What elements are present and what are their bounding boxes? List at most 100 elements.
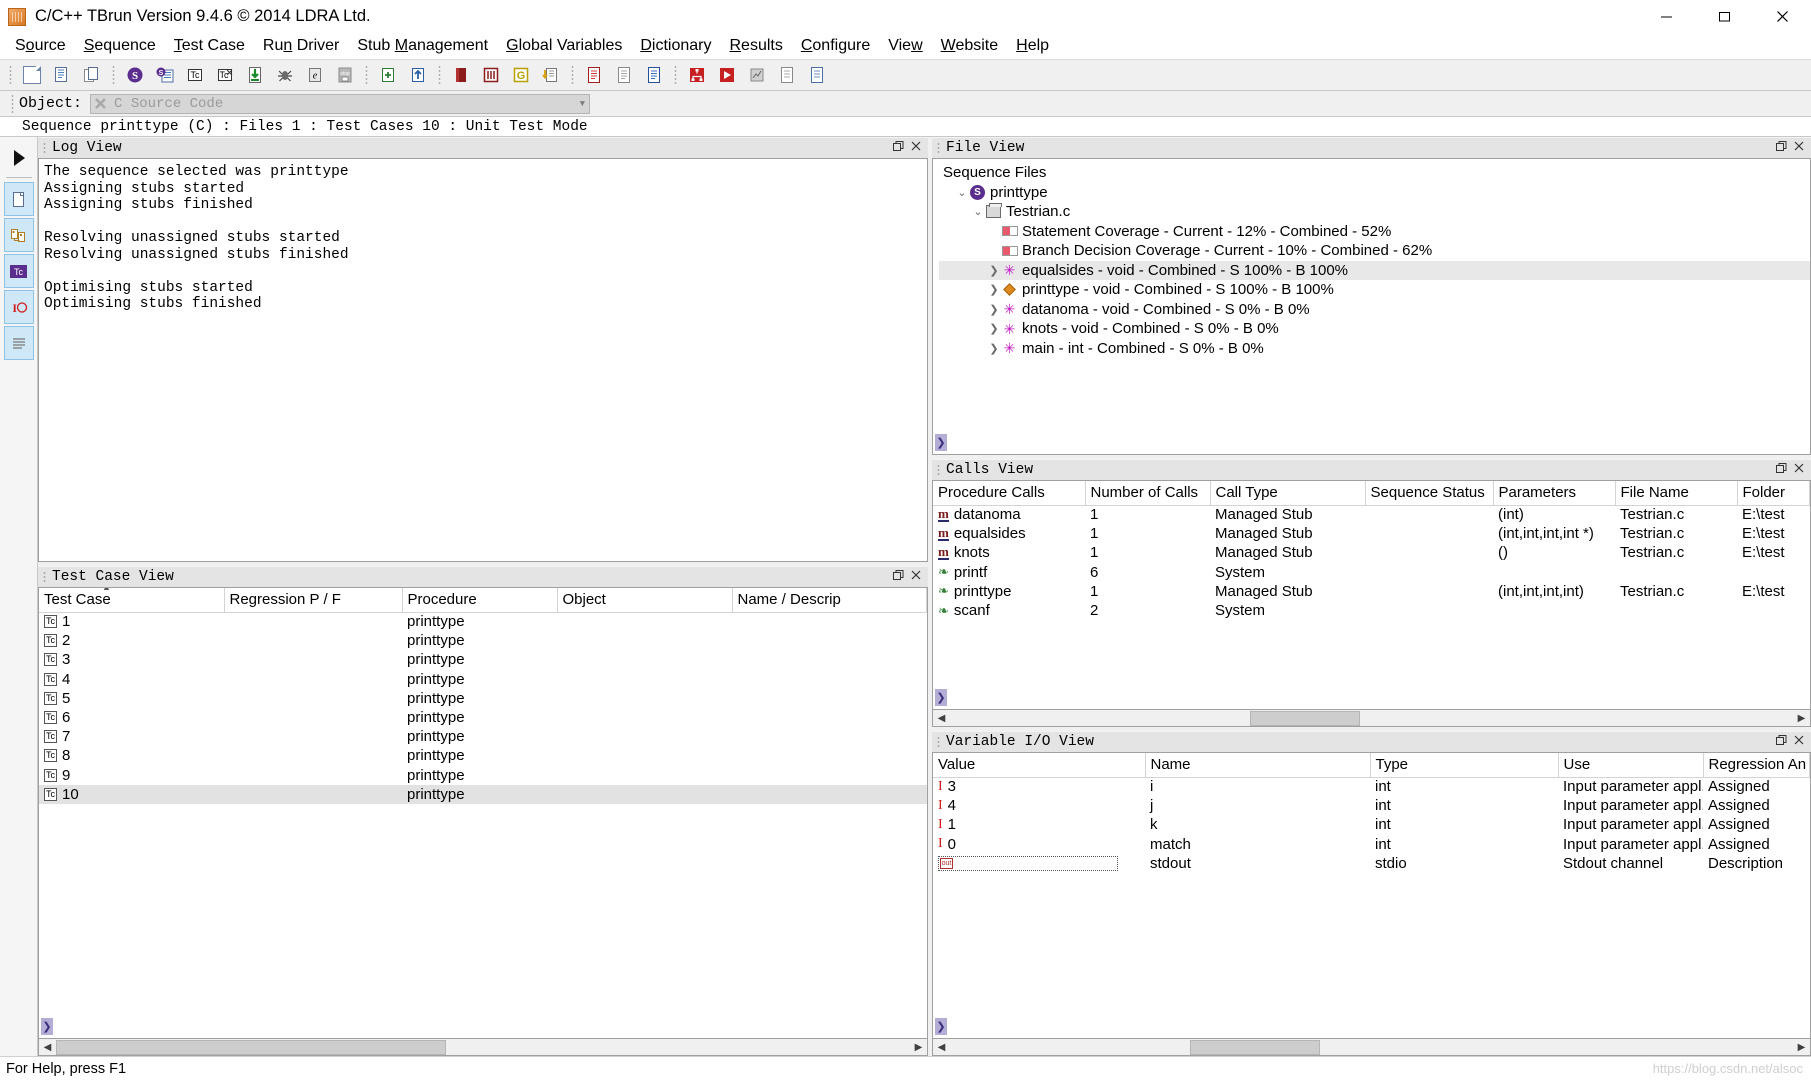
- table-row[interactable]: Tc 5 printtype: [39, 689, 927, 708]
- chevron-down-icon[interactable]: ⌄: [955, 186, 969, 199]
- column-header[interactable]: Parameters: [1493, 481, 1616, 506]
- test-case-scroll-track[interactable]: [56, 1039, 910, 1055]
- table-row[interactable]: ❧ printtype 1 Managed Stub (int,int,int,int)…: [933, 582, 1810, 601]
- table-row[interactable]: I 1 k int Input parameter appl... Assigned: [933, 815, 1810, 834]
- vio-scroll-right-arrow-icon[interactable]: ▶: [1793, 1040, 1810, 1055]
- calls-view-expander[interactable]: ❯: [935, 689, 947, 706]
- test-case-view-expander[interactable]: ❯: [41, 1018, 53, 1035]
- generate-driver-icon[interactable]: [373, 62, 403, 88]
- tree-node[interactable]: ❯ ✳ equalsides - void - Combined - S 100% …: [939, 260, 1810, 280]
- global-variables-icon[interactable]: G: [506, 62, 536, 88]
- sequence-icon[interactable]: S: [120, 62, 150, 88]
- calls-scroll-right-arrow-icon[interactable]: ▶: [1793, 711, 1810, 726]
- log-view-grip[interactable]: [42, 141, 49, 155]
- table-row[interactable]: Tc 7 printtype: [39, 727, 927, 746]
- document-grey-icon[interactable]: [772, 62, 802, 88]
- rail-source-file-icon[interactable]: [3, 182, 34, 216]
- column-header[interactable]: Name / Descrip: [732, 588, 927, 613]
- test-case-icon[interactable]: Tc: [180, 62, 210, 88]
- menu-stub-management[interactable]: Stub Management: [348, 35, 497, 57]
- test-case-scroll-thumb[interactable]: [56, 1039, 446, 1055]
- chevron-down-icon[interactable]: ⌄: [971, 205, 985, 218]
- menu-global-variables[interactable]: Global Variables: [497, 35, 631, 57]
- variable-io-view-expander[interactable]: ❯: [935, 1018, 947, 1035]
- scroll-right-arrow-icon[interactable]: ▶: [910, 1040, 927, 1055]
- column-header[interactable]: Value: [933, 753, 1146, 778]
- copy-file-icon[interactable]: [47, 62, 77, 88]
- file-view-close-icon[interactable]: [1794, 141, 1804, 155]
- tree-node[interactable]: ⌄ Sprinttype: [939, 183, 1810, 203]
- maximize-button[interactable]: [1695, 0, 1753, 33]
- stop-icon[interactable]: stop: [330, 62, 360, 88]
- chevron-right-icon[interactable]: ❯: [987, 322, 1001, 335]
- toolbar-grip-4[interactable]: [436, 64, 443, 86]
- table-row[interactable]: Tc 10 printtype: [39, 784, 927, 804]
- run-driver-icon[interactable]: [403, 62, 433, 88]
- variable-io-horizontal-scrollbar[interactable]: ◀ ▶: [932, 1039, 1811, 1056]
- menu-run-driver[interactable]: Run Driver: [254, 35, 348, 57]
- log-view-close-icon[interactable]: [911, 141, 921, 155]
- debug-bug-icon[interactable]: [270, 62, 300, 88]
- column-header[interactable]: Regression An: [1703, 753, 1810, 778]
- column-header[interactable]: Type: [1370, 753, 1559, 778]
- tree-node[interactable]: ❯ ✳ knots - void - Combined - S 0% - B 0%: [939, 319, 1810, 339]
- play-arrow-icon[interactable]: [4, 141, 34, 175]
- calls-view-restore-icon[interactable]: [1776, 463, 1787, 477]
- table-row[interactable]: Tc 4 printtype: [39, 670, 927, 689]
- menu-website[interactable]: Website: [932, 35, 1008, 57]
- import-test-case-icon[interactable]: [240, 62, 270, 88]
- column-header[interactable]: Number of Calls: [1085, 481, 1211, 506]
- column-header[interactable]: Object: [557, 588, 733, 613]
- table-row[interactable]: ❧ printf 6 System: [933, 563, 1810, 582]
- file-view-expander[interactable]: ❯: [935, 434, 947, 451]
- duplicate-file-icon[interactable]: [77, 62, 107, 88]
- chevron-right-icon[interactable]: ❯: [987, 264, 1001, 277]
- menu-help[interactable]: Help: [1007, 35, 1058, 57]
- table-row[interactable]: I 0 match int Input parameter appl... Assigne…: [933, 835, 1810, 854]
- test-case-view-close-icon[interactable]: [911, 570, 921, 584]
- tree-node[interactable]: ❯ ✳ datanoma - void - Combined - S 0% - B …: [939, 300, 1810, 320]
- column-header[interactable]: Folder: [1737, 481, 1810, 506]
- test-case-delete-icon[interactable]: Tc: [210, 62, 240, 88]
- new-file-icon[interactable]: [17, 62, 47, 88]
- vio-scroll-left-arrow-icon[interactable]: ◀: [933, 1040, 950, 1055]
- table-row[interactable]: ❧ scanf 2 System: [933, 601, 1810, 620]
- table-row[interactable]: Tc 2 printtype: [39, 631, 927, 650]
- table-row[interactable]: out stdout stdio Stdout channel Description: [933, 854, 1810, 873]
- calls-scroll-left-arrow-icon[interactable]: ◀: [933, 711, 950, 726]
- calls-scroll-track[interactable]: [950, 710, 1793, 726]
- column-header[interactable]: Procedure Calls: [933, 481, 1086, 506]
- variable-io-view-restore-icon[interactable]: [1776, 735, 1787, 749]
- toolbar-grip-6[interactable]: [672, 64, 679, 86]
- graph-grey-icon[interactable]: [742, 62, 772, 88]
- tree-node[interactable]: ❯ printtype - void - Combined - S 100% - …: [939, 280, 1810, 300]
- toolbar-grip-5[interactable]: [569, 64, 576, 86]
- book-maroon-icon[interactable]: [476, 62, 506, 88]
- vio-scroll-thumb[interactable]: [1190, 1039, 1320, 1055]
- close-button[interactable]: [1753, 0, 1811, 33]
- variable-io-view-close-icon[interactable]: [1794, 735, 1804, 749]
- toolbar-grip-2[interactable]: [110, 64, 117, 86]
- tree-node[interactable]: · Statement Coverage - Current - 12% - Co…: [939, 222, 1810, 242]
- play-report-icon[interactable]: [712, 62, 742, 88]
- rail-test-case-icon[interactable]: Tc: [3, 254, 34, 288]
- column-header[interactable]: Call Type: [1210, 481, 1366, 506]
- calls-view-close-icon[interactable]: [1794, 463, 1804, 477]
- vio-scroll-track[interactable]: [950, 1039, 1793, 1055]
- tree-node[interactable]: ⌄ Testrian.c: [939, 202, 1810, 222]
- calls-view-grip[interactable]: [936, 463, 943, 477]
- rail-stub-management-icon[interactable]: [3, 218, 34, 252]
- stdout-value-editor[interactable]: out: [938, 855, 1118, 871]
- analysis-red-icon[interactable]: [682, 62, 712, 88]
- column-header[interactable]: File Name: [1615, 481, 1738, 506]
- book-red-icon[interactable]: [446, 62, 476, 88]
- minimize-button[interactable]: [1637, 0, 1695, 33]
- table-row[interactable]: Tc 1 printtype: [39, 612, 927, 631]
- log-view-restore-icon[interactable]: [893, 141, 904, 155]
- test-case-view-grip[interactable]: [42, 570, 49, 584]
- execute-icon[interactable]: e: [300, 62, 330, 88]
- table-row[interactable]: I 4 j int Input parameter appl... Assigned: [933, 796, 1810, 815]
- column-header[interactable]: Test Case▲: [39, 588, 225, 613]
- table-row[interactable]: Tc 9 printtype: [39, 766, 927, 785]
- column-header[interactable]: Procedure: [402, 588, 558, 613]
